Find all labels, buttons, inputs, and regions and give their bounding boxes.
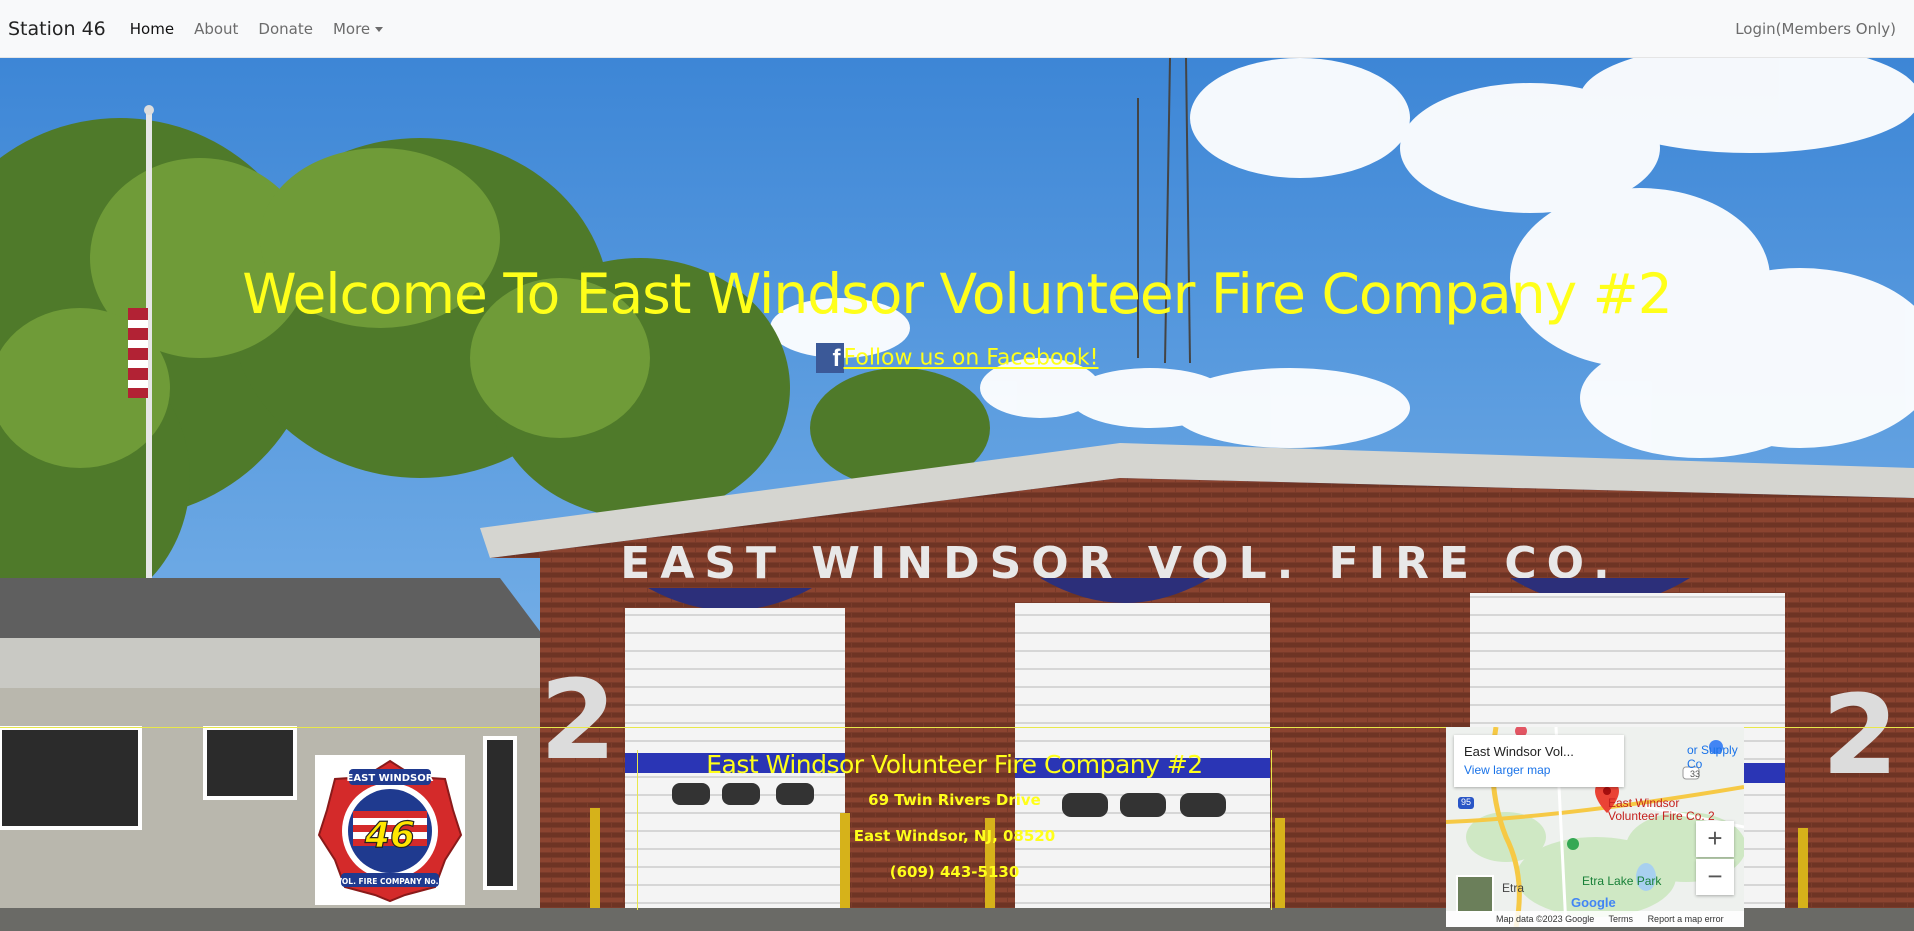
building-number-right: 2 <box>1822 671 1899 799</box>
map-data-attribution: Map data ©2023 Google <box>1496 914 1595 924</box>
nav-home[interactable]: Home <box>130 20 174 38</box>
map-footer: Map data ©2023 Google Terms Report a map… <box>1446 911 1744 927</box>
facebook-link[interactable]: Follow us on Facebook! <box>844 346 1099 371</box>
map-route-33: 33 <box>1690 769 1701 779</box>
svg-text:VOL. FIRE COMPANY No.2: VOL. FIRE COMPANY No.2 <box>336 877 443 886</box>
footer-city: East Windsor, NJ, 08520 <box>853 827 1056 845</box>
map-marker-label-line1: East Windsor <box>1608 796 1680 810</box>
nav-more-dropdown[interactable]: More <box>332 19 384 38</box>
map-report-link[interactable]: Report a map error <box>1648 914 1724 924</box>
nav-more-label: More <box>332 19 371 38</box>
map-type-toggle[interactable] <box>1456 875 1494 913</box>
building-number-left: 2 <box>540 656 617 784</box>
map-place-title: East Windsor Vol... <box>1464 744 1574 759</box>
contact-info: East Windsor Volunteer Fire Company #2 6… <box>637 750 1272 910</box>
login-link[interactable]: Login(Members Only) <box>1735 20 1896 38</box>
map-poi-etra: Etra <box>1502 881 1525 895</box>
map-poi-park: Etra Lake Park <box>1582 874 1662 888</box>
zoom-in-button[interactable]: + <box>1696 821 1734 857</box>
footer-address: 69 Twin Rivers Drive <box>868 791 1041 809</box>
svg-text:46: 46 <box>364 815 415 856</box>
svg-text:EAST WINDSOR: EAST WINDSOR <box>347 773 434 784</box>
caret-down-icon <box>375 26 384 32</box>
company-badge-icon: 46 EAST WINDSOR VOL. FIRE COMPANY No.2 <box>317 759 463 903</box>
footer-phone[interactable]: (609) 443-5130 <box>638 863 1271 881</box>
footer-title: East Windsor Volunteer Fire Company #2 <box>706 750 1203 779</box>
welcome-heading: Welcome To East Windsor Volunteer Fire C… <box>242 262 1672 326</box>
map-place-card: East Windsor Vol... View larger map <box>1454 735 1624 787</box>
map-poi-supply: or Supply Co <box>1687 743 1738 771</box>
nav-about[interactable]: About <box>194 20 238 38</box>
nav-donate[interactable]: Donate <box>258 20 313 38</box>
zoom-out-button[interactable]: − <box>1696 859 1734 895</box>
company-logo: 46 EAST WINDSOR VOL. FIRE COMPANY No.2 <box>315 755 465 905</box>
map-route-95: 95 <box>1461 797 1472 807</box>
facebook-row: f Follow us on Facebook! <box>0 343 1914 373</box>
map-terms-link[interactable]: Terms <box>1609 914 1634 924</box>
google-map[interactable]: East Windsor Vol... View larger map or S… <box>1446 727 1744 927</box>
map-marker-label: East Windsor Volunteer Fire Co. 2 <box>1608 797 1715 823</box>
facebook-icon[interactable]: f <box>815 343 844 373</box>
view-larger-map-link[interactable]: View larger map <box>1464 763 1614 777</box>
navbar: Station 46 Home About Donate More Login(… <box>0 0 1914 58</box>
brand-link[interactable]: Station 46 <box>8 18 106 40</box>
google-logo: Google <box>1571 895 1616 910</box>
